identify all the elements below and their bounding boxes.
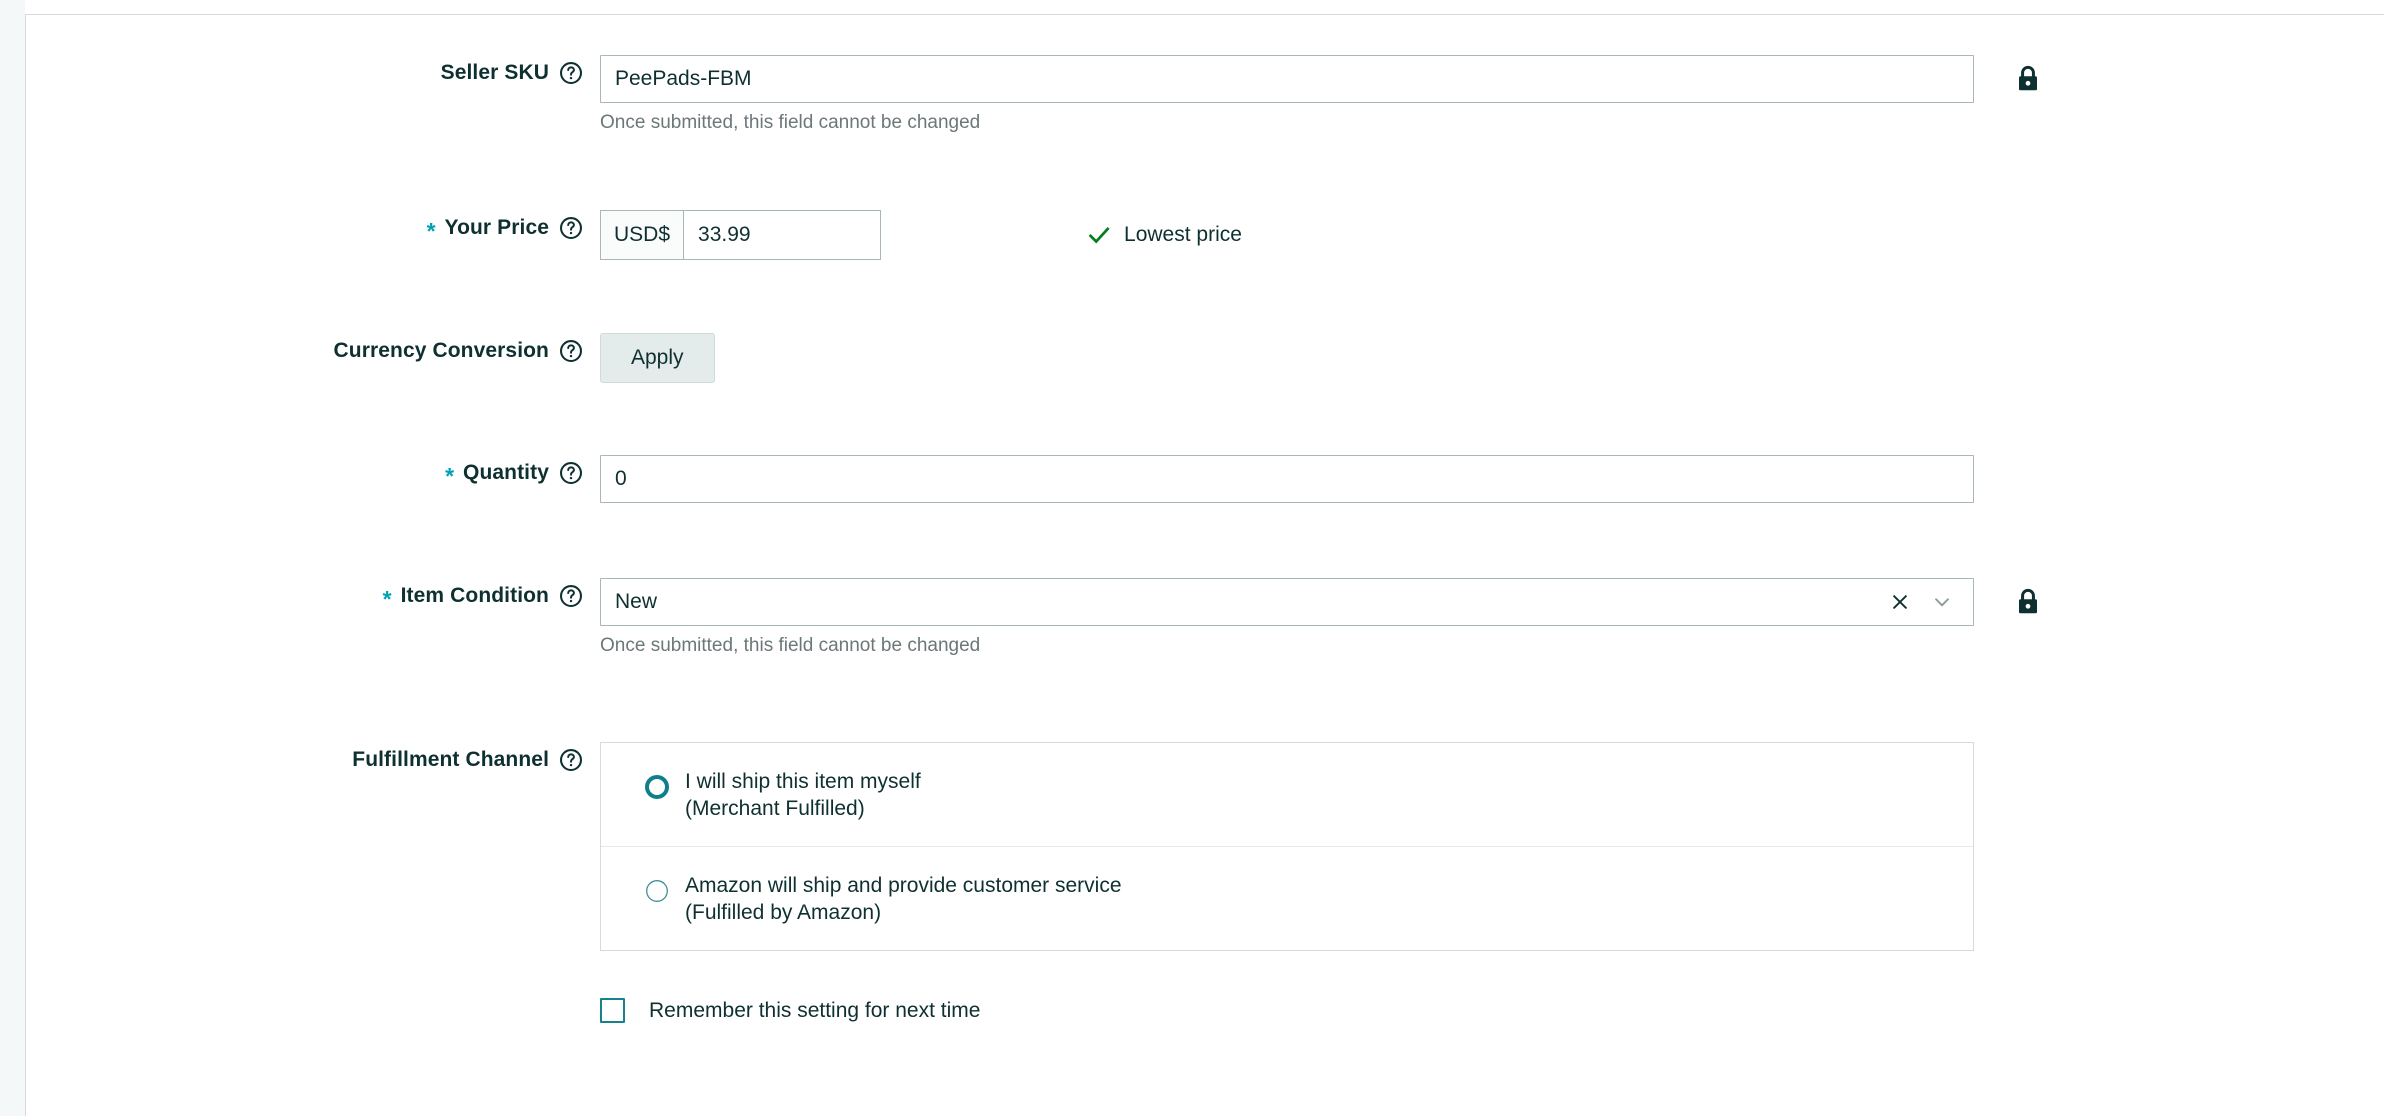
lock-icon: [2019, 588, 2037, 614]
fulfillment-channel-radio-group: I will ship this item myself (Merchant F…: [600, 742, 1974, 952]
required-asterisk: *: [382, 585, 392, 612]
seller-sku-hint: Once submitted, this field cannot be cha…: [600, 112, 981, 133]
item-condition-label: Item Condition: [400, 584, 549, 607]
listing-form-page: Seller SKU Once submitted, this field ca…: [0, 0, 2384, 1116]
radio-option-sub-label: (Merchant Fulfilled): [685, 797, 865, 821]
radio-option-main-label: Amazon will ship and provide customer se…: [685, 874, 1122, 898]
seller-sku-label: Seller SKU: [440, 61, 549, 84]
required-asterisk: *: [445, 462, 455, 489]
radio-option-fulfilled-by-amazon[interactable]: Amazon will ship and provide customer se…: [601, 846, 1973, 950]
remember-setting-checkbox[interactable]: [600, 998, 625, 1024]
quantity-input[interactable]: [600, 455, 1974, 503]
item-condition-value: New: [615, 590, 658, 613]
price-input-group: USD$: [600, 210, 882, 260]
form-row-your-price: * Your Price USD$ Lowest price: [0, 210, 1242, 260]
apply-currency-conversion-button[interactable]: Apply: [600, 333, 715, 383]
radio-unselected-icon: [646, 880, 668, 903]
seller-sku-label-cell: Seller SKU: [0, 55, 600, 91]
fulfillment-channel-label: Fulfillment Channel: [352, 748, 549, 771]
lowest-price-text: Lowest price: [1124, 223, 1242, 246]
item-condition-lock: [2014, 578, 2042, 617]
radio-option-merchant-fulfilled[interactable]: I will ship this item myself (Merchant F…: [601, 743, 1973, 846]
clear-selection-button[interactable]: [1883, 585, 1917, 619]
form-row-item-condition: * Item Condition New Once submitted, thi…: [0, 578, 2042, 657]
your-price-input[interactable]: [684, 211, 881, 259]
seller-sku-lock: [2014, 55, 2042, 94]
form-row-currency-conversion: Currency Conversion Apply: [0, 333, 715, 383]
item-condition-select[interactable]: New: [600, 578, 1974, 626]
help-circle-icon[interactable]: [558, 747, 584, 773]
lowest-price-status: Lowest price: [1086, 210, 1242, 260]
your-price-label: Your Price: [444, 216, 549, 239]
help-circle-icon[interactable]: [558, 583, 584, 609]
remember-setting-row[interactable]: Remember this setting for next time: [600, 998, 981, 1024]
help-circle-icon[interactable]: [558, 215, 584, 241]
lock-icon: [2019, 65, 2037, 91]
check-icon: [1088, 227, 1110, 244]
seller-sku-control: Once submitted, this field cannot be cha…: [600, 55, 1974, 134]
radio-option-labels: I will ship this item myself (Merchant F…: [685, 770, 921, 821]
radio-option-main-label: I will ship this item myself: [685, 770, 921, 793]
close-icon: [1893, 595, 1907, 609]
help-circle-icon[interactable]: [558, 460, 584, 486]
quantity-label-cell: * Quantity: [0, 455, 600, 491]
item-condition-hint: Once submitted, this field cannot be cha…: [600, 635, 981, 656]
chevron-down-icon: [1935, 598, 1949, 607]
fulfillment-channel-label-cell: Fulfillment Channel: [0, 742, 600, 778]
currency-conversion-label: Currency Conversion: [333, 339, 549, 362]
form-row-seller-sku: Seller SKU Once submitted, this field ca…: [0, 55, 2042, 134]
currency-conversion-label-cell: Currency Conversion: [0, 333, 600, 369]
radio-selected-icon: [645, 775, 669, 799]
required-asterisk: *: [426, 217, 436, 244]
fulfillment-channel-control: I will ship this item myself (Merchant F…: [600, 742, 1974, 1024]
quantity-label: Quantity: [463, 461, 549, 484]
open-dropdown-button[interactable]: [1925, 585, 1959, 619]
radio-option-labels: Amazon will ship and provide customer se…: [685, 875, 1122, 924]
radio-option-sub-label: (Fulfilled by Amazon): [685, 901, 882, 925]
help-circle-icon[interactable]: [558, 338, 584, 364]
remember-setting-label: Remember this setting for next time: [649, 998, 981, 1022]
item-condition-label-cell: * Item Condition: [0, 578, 600, 614]
help-circle-icon[interactable]: [558, 60, 584, 86]
form-row-quantity: * Quantity: [0, 455, 1974, 503]
your-price-label-cell: * Your Price: [0, 210, 600, 246]
form-row-fulfillment-channel: Fulfillment Channel I will ship this ite…: [0, 742, 1974, 1024]
item-condition-control: New Once submitted, this field cannot be…: [600, 578, 1974, 657]
currency-prefix: USD$: [601, 211, 685, 259]
seller-sku-input[interactable]: [600, 55, 1974, 103]
